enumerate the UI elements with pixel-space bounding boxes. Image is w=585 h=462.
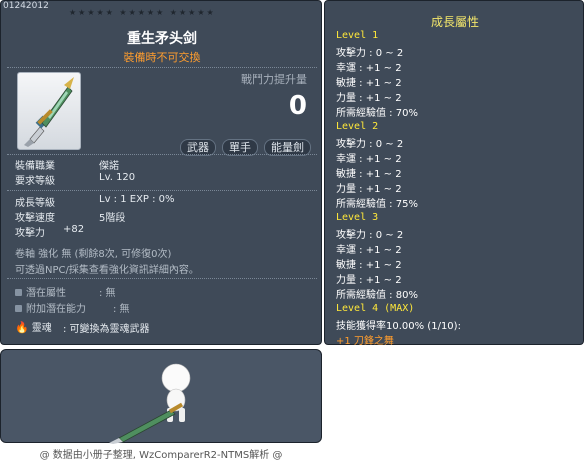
growth-level-1: Level 1: [336, 30, 379, 41]
divider: [7, 278, 317, 280]
star-force-stars: ★★★★★ ★★★★★ ★★★★★: [69, 8, 216, 17]
growth-line: 所需經驗值 : 75%: [336, 199, 418, 210]
bonus-potential-icon: [15, 305, 22, 312]
growth-line: 敏捷 : +1 ~ 2: [336, 260, 402, 271]
growth-level-value: Lv : 1 EXP : 0%: [99, 194, 175, 205]
bonus-potential-value: : 無: [113, 304, 130, 315]
growth-level-2: Level 2: [336, 121, 379, 132]
attack-label: 攻擊力: [15, 228, 45, 239]
growth-level-label: 成長等級: [15, 198, 55, 209]
growth-attributes-panel: 成長屬性 Level 1 攻擊力 : 0 ~ 2 幸運 : +1 ~ 2 敏捷 …: [324, 0, 584, 347]
growth-bonus-skill: +1 刀鋒之舞: [336, 336, 394, 347]
req-level-label: 要求等級: [15, 176, 55, 187]
growth-line: 技能獲得率10.00% (1/10):: [336, 321, 461, 332]
growth-line: 力量 : +1 ~ 2: [336, 93, 402, 104]
character-preview-panel: [0, 349, 322, 444]
growth-line: 所需經驗值 : 80%: [336, 290, 418, 301]
req-level-value: Lv. 120: [99, 172, 136, 183]
divider: [7, 67, 317, 69]
growth-line: 幸運 : +1 ~ 2: [336, 245, 402, 256]
growth-title: 成長屬性: [430, 15, 479, 29]
potential-icon: [15, 289, 22, 296]
growth-line: 所需經驗值 : 70%: [336, 108, 418, 119]
trade-restriction: 裝備時不可交換: [123, 51, 201, 64]
attack-speed-label: 攻擊速度: [15, 213, 55, 224]
flame-icon: 🔥: [15, 321, 29, 334]
job-label: 裝備職業: [15, 161, 55, 172]
attack-speed-value: 5階段: [99, 213, 126, 224]
soul-row: 🔥 靈魂: [15, 319, 52, 334]
soul-value: : 可變換為靈魂武器: [63, 324, 150, 335]
growth-line: 攻擊力 : 0 ~ 2: [336, 139, 404, 150]
bonus-potential-label: 附加潛在能力: [26, 304, 86, 315]
character-preview-image: [109, 363, 191, 444]
potential-row: 潛在屬性: [15, 284, 66, 299]
npc-enhance-hint: 可透過NPC/採集查看強化資訊詳細內容。: [15, 265, 199, 276]
sword-icon: [24, 77, 74, 147]
divider: [7, 190, 317, 192]
potential-label: 潛在屬性: [26, 288, 66, 299]
growth-line: 攻擊力 : 0 ~ 2: [336, 230, 404, 241]
footer-credit: @ 数据由小册子整理, WzComparerR2-NTMS解析 @: [39, 450, 283, 461]
job-value: 傑諾: [99, 161, 119, 172]
attack-value: +82: [63, 224, 85, 235]
bonus-potential-row: 附加潛在能力: [15, 300, 86, 315]
power-increase-value: 0: [288, 91, 307, 121]
growth-level-4: Level 4 (MAX): [336, 303, 415, 314]
growth-level-3: Level 3: [336, 212, 379, 223]
growth-line: 敏捷 : +1 ~ 2: [336, 78, 402, 89]
soul-label: 靈魂: [31, 323, 52, 334]
growth-line: 幸運 : +1 ~ 2: [336, 154, 402, 165]
item-icon-frame: [17, 72, 81, 150]
item-name: 重生矛头剑: [127, 31, 197, 47]
divider: [7, 154, 317, 156]
growth-line: 幸運 : +1 ~ 2: [336, 63, 402, 74]
item-code: 01242012: [3, 1, 49, 11]
item-tooltip-panel: 01242012 ★★★★★ ★★★★★ ★★★★★ 重生矛头剑 裝備時不可交換…: [0, 0, 322, 345]
scroll-enhance-info: 卷軸 強化 無 (剩餘8次, 可修復0次): [15, 249, 172, 260]
growth-line: 力量 : +1 ~ 2: [336, 184, 402, 195]
power-increase-label: 戰鬥力提升量: [241, 73, 307, 86]
growth-line: 敏捷 : +1 ~ 2: [336, 169, 402, 180]
potential-value: : 無: [99, 288, 116, 299]
growth-line: 攻擊力 : 0 ~ 2: [336, 48, 404, 59]
growth-line: 力量 : +1 ~ 2: [336, 275, 402, 286]
